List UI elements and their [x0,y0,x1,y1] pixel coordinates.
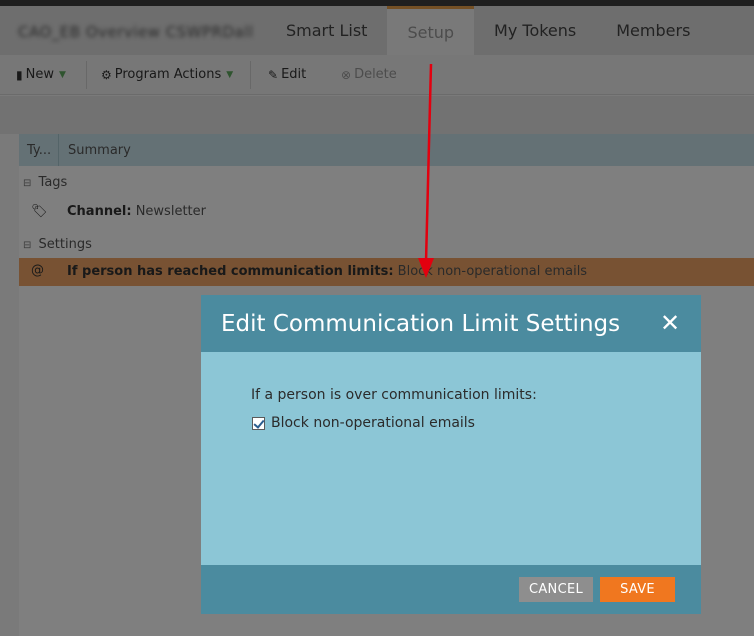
close-icon[interactable]: ✕ [659,311,681,335]
save-button[interactable]: SAVE [600,577,675,602]
dialog-footer: CANCEL SAVE [201,565,701,614]
communication-limit-dialog: Edit Communication Limit Settings ✕ If a… [201,295,701,614]
dialog-header: Edit Communication Limit Settings ✕ [201,295,701,352]
block-emails-option[interactable]: Block non-operational emails [252,415,475,431]
dialog-title: Edit Communication Limit Settings [221,311,621,337]
checkbox-label[interactable]: Block non-operational emails [271,415,475,431]
block-emails-checkbox[interactable] [252,416,265,430]
dialog-prompt: If a person is over communication limits… [251,387,537,403]
dialog-body: If a person is over communication limits… [201,352,701,565]
cancel-button[interactable]: CANCEL [519,577,593,602]
